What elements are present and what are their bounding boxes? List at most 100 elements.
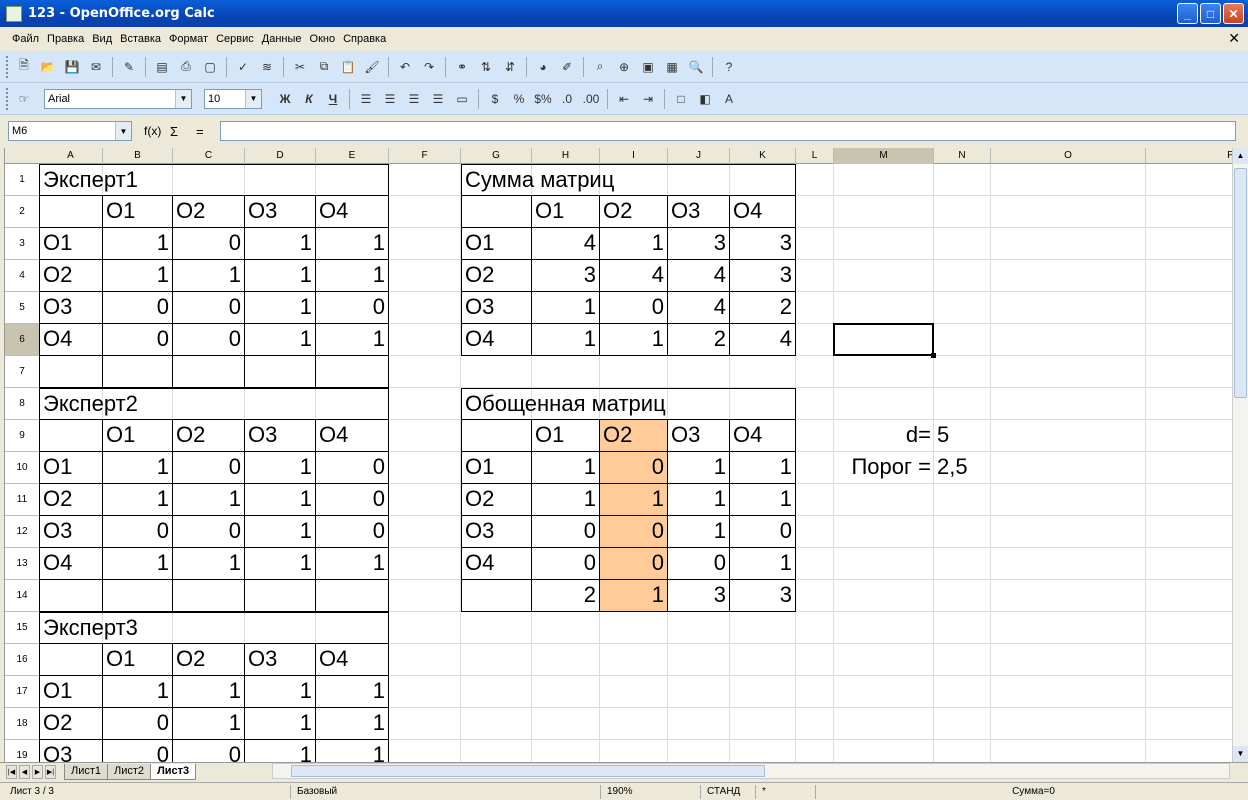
blank-cell[interactable] (173, 580, 245, 612)
column-header-n[interactable]: N (934, 148, 991, 164)
scroll-down-icon[interactable]: ▼ (1233, 746, 1248, 762)
matrix-value-cell[interactable]: 1 (173, 484, 245, 516)
matrix-column-header[interactable]: O1 (103, 644, 173, 676)
matrix-value-cell[interactable]: 1 (245, 484, 316, 516)
matrix-row-label[interactable]: O2 (461, 484, 532, 516)
matrix-column-header[interactable]: O3 (668, 196, 730, 228)
function-button[interactable]: = (196, 124, 214, 139)
column-header-m[interactable]: M (834, 148, 934, 164)
row-header-18[interactable]: 18 (5, 708, 39, 740)
matrix-row-label[interactable]: O4 (39, 324, 103, 356)
matrix-column-header[interactable]: O1 (103, 196, 173, 228)
align-right-icon[interactable]: ☰ (403, 88, 425, 110)
gallery-icon[interactable]: ▣ (637, 56, 659, 78)
column-header-j[interactable]: J (668, 148, 730, 164)
draw-functions-icon[interactable]: ✐ (556, 56, 578, 78)
matrix-value-cell[interactable]: 0 (600, 452, 668, 484)
chevron-down-icon[interactable]: ▼ (245, 89, 261, 108)
increase-indent-icon[interactable]: ⇥ (637, 88, 659, 110)
sort-descending-icon[interactable]: ⇵ (499, 56, 521, 78)
close-document-icon[interactable]: ✕ (1228, 30, 1240, 47)
borders-icon[interactable]: □ (670, 88, 692, 110)
row-header-6[interactable]: 6 (5, 324, 39, 356)
matrix-value-cell[interactable]: 0 (103, 516, 173, 548)
matrix-column-header[interactable]: O2 (173, 644, 245, 676)
selected-cell-cursor[interactable] (833, 323, 936, 358)
matrix-row-label[interactable]: O3 (39, 740, 103, 762)
autospellcheck-icon[interactable]: ≋ (256, 56, 278, 78)
matrix-row-label[interactable]: O1 (39, 452, 103, 484)
blank-cell[interactable] (39, 580, 103, 612)
align-center-icon[interactable]: ☰ (379, 88, 401, 110)
matrix-corner-cell[interactable] (461, 196, 532, 228)
matrix-value-cell[interactable]: 4 (600, 260, 668, 292)
matrix-column-header[interactable]: O4 (316, 196, 389, 228)
threshold-value-cell[interactable]: 2,5 (934, 452, 991, 484)
matrix-row-label[interactable]: O3 (39, 292, 103, 324)
matrix-row-label[interactable]: O1 (461, 228, 532, 260)
menu-insert[interactable]: Вставка (116, 33, 165, 45)
row-header-10[interactable]: 10 (5, 452, 39, 484)
threshold-label-cell[interactable]: Порог = (834, 452, 934, 484)
matrix-value-cell[interactable]: 1 (103, 452, 173, 484)
matrix-value-cell[interactable]: 3 (730, 260, 796, 292)
totals-cell[interactable]: 1 (600, 580, 668, 612)
italic-button[interactable]: К (298, 88, 320, 110)
cut-icon[interactable]: ✂ (289, 56, 311, 78)
menu-view[interactable]: Вид (88, 33, 116, 45)
matrix-row-label[interactable]: O1 (39, 228, 103, 260)
column-header-p[interactable]: P (1146, 148, 1232, 164)
matrix-value-cell[interactable]: 1 (245, 676, 316, 708)
minimize-button[interactable]: _ (1177, 3, 1198, 24)
matrix-title[interactable]: Эксперт2 (39, 388, 389, 420)
matrix-value-cell[interactable]: 0 (173, 324, 245, 356)
matrix-value-cell[interactable]: 0 (173, 740, 245, 762)
matrix-value-cell[interactable]: 0 (532, 548, 600, 580)
matrix-value-cell[interactable]: 0 (103, 708, 173, 740)
chevron-down-icon[interactable]: ▼ (115, 122, 131, 140)
row-header-1[interactable]: 1 (5, 164, 39, 196)
matrix-value-cell[interactable]: 1 (173, 548, 245, 580)
column-header-l[interactable]: L (796, 148, 834, 164)
matrix-column-header[interactable]: O2 (173, 196, 245, 228)
menu-tools[interactable]: Сервис (212, 33, 258, 45)
row-header-16[interactable]: 16 (5, 644, 39, 676)
matrix-corner-cell[interactable] (39, 420, 103, 452)
matrix-value-cell[interactable]: 1 (316, 740, 389, 762)
matrix-value-cell[interactable]: 1 (245, 260, 316, 292)
matrix-row-label[interactable]: O2 (39, 484, 103, 516)
column-header-k[interactable]: K (730, 148, 796, 164)
matrix-value-cell[interactable]: 1 (103, 228, 173, 260)
menu-format[interactable]: Формат (165, 33, 212, 45)
matrix-value-cell[interactable]: 1 (245, 228, 316, 260)
spellcheck-icon[interactable]: ✓ (232, 56, 254, 78)
export-pdf-icon[interactable]: ▤ (151, 56, 173, 78)
matrix-value-cell[interactable]: 1 (600, 484, 668, 516)
matrix-value-cell[interactable]: 1 (245, 740, 316, 762)
datasources-icon[interactable]: ▦ (661, 56, 683, 78)
edit-mode-icon[interactable]: ✎ (118, 56, 140, 78)
tab-sheet2[interactable]: Лист2 (107, 763, 152, 780)
matrix-corner-cell[interactable] (461, 420, 532, 452)
row-header-4[interactable]: 4 (5, 260, 39, 292)
tab-sheet3[interactable]: Лист3 (150, 763, 197, 780)
fill-handle[interactable] (931, 353, 936, 358)
column-header-d[interactable]: D (245, 148, 316, 164)
column-header-o[interactable]: O (991, 148, 1146, 164)
font-name-combo[interactable]: Arial ▼ (44, 88, 192, 109)
format-paintbrush-icon[interactable]: 🖌 (361, 56, 383, 78)
number-format-icon[interactable]: $% (532, 88, 554, 110)
matrix-column-header[interactable]: O2 (600, 196, 668, 228)
horizontal-scrollbar[interactable] (272, 763, 1230, 779)
row-header-7[interactable]: 7 (5, 356, 39, 388)
email-icon[interactable]: ✉ (85, 56, 107, 78)
font-size-combo[interactable]: 10 ▼ (204, 88, 262, 109)
row-header-14[interactable]: 14 (5, 580, 39, 612)
menu-window[interactable]: Окно (306, 33, 340, 45)
sort-ascending-icon[interactable]: ⇅ (475, 56, 497, 78)
next-sheet-icon[interactable]: ▶ (32, 764, 43, 779)
merge-cells-icon[interactable]: ▭ (451, 88, 473, 110)
matrix-value-cell[interactable]: 1 (173, 676, 245, 708)
percent-icon[interactable]: % (508, 88, 530, 110)
matrix-column-header[interactable]: O1 (532, 420, 600, 452)
